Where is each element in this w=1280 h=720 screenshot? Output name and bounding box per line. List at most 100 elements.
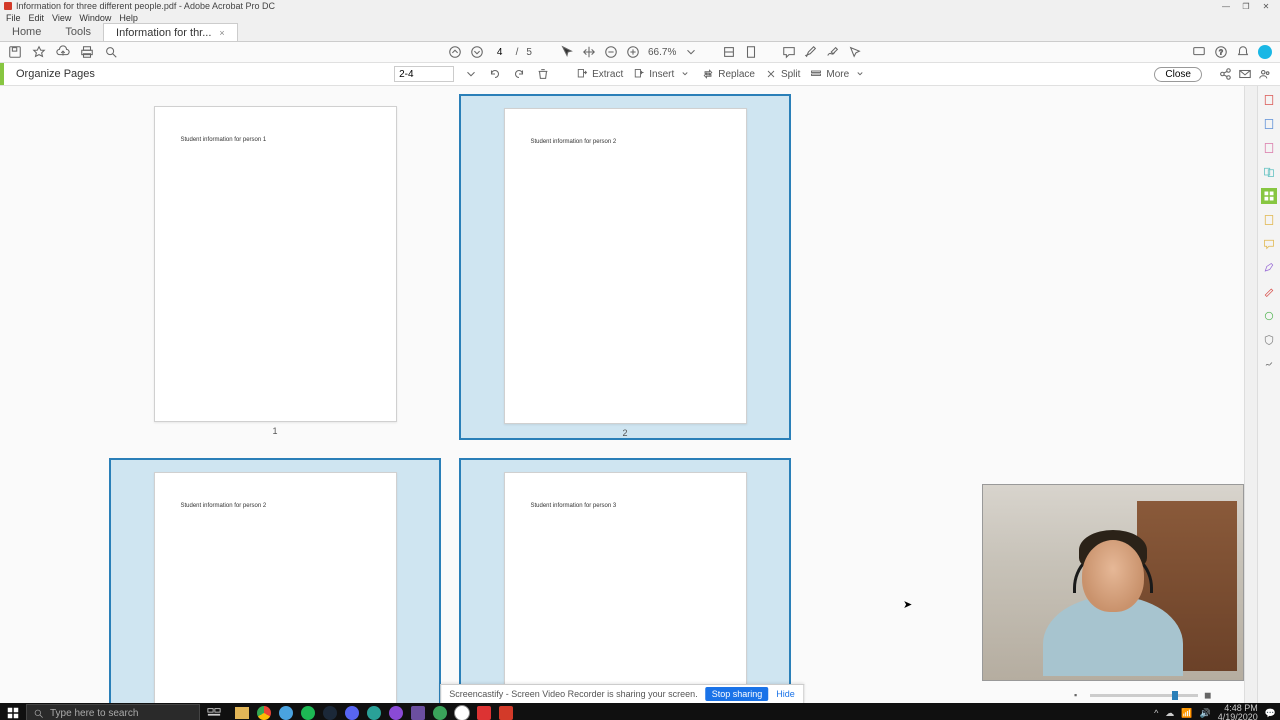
rail-comment-icon[interactable] xyxy=(1261,236,1277,252)
page-thumbnail[interactable]: Student information for person 34 xyxy=(459,458,791,703)
taskbar-app-chat-icon[interactable] xyxy=(452,704,472,720)
rail-edit-icon[interactable] xyxy=(1261,140,1277,156)
taskbar-discord-icon[interactable] xyxy=(342,704,362,720)
tab-home[interactable]: Home xyxy=(0,23,53,41)
workspace: Student information for person 11Student… xyxy=(0,86,1280,703)
rail-combine-icon[interactable] xyxy=(1261,164,1277,180)
star-icon[interactable] xyxy=(32,45,46,59)
menu-bar: File Edit View Window Help xyxy=(0,12,1280,23)
help-icon[interactable]: ? xyxy=(1214,45,1228,59)
range-dropdown-icon[interactable] xyxy=(464,67,478,81)
thumbnail-area[interactable]: Student information for person 11Student… xyxy=(0,86,1244,703)
rail-more-icon[interactable] xyxy=(1261,356,1277,372)
zoom-large-icon: ◼ xyxy=(1204,690,1214,700)
zoom-out-icon[interactable] xyxy=(604,45,618,59)
share-icon[interactable] xyxy=(1218,67,1232,81)
highlight-icon[interactable] xyxy=(804,45,818,59)
people-icon[interactable] xyxy=(1258,67,1272,81)
page-up-icon[interactable] xyxy=(448,45,462,59)
zoom-level[interactable]: 66.7% xyxy=(648,47,676,58)
more-button[interactable]: More xyxy=(810,67,867,81)
task-view-icon[interactable] xyxy=(204,704,224,720)
page-thumbnail[interactable]: Student information for person 11 xyxy=(100,92,450,456)
rotate-cw-icon[interactable] xyxy=(512,67,526,81)
taskbar-acrobat-icon[interactable] xyxy=(496,704,516,720)
pan-icon[interactable] xyxy=(582,45,596,59)
taskbar-explorer-icon[interactable] xyxy=(232,704,252,720)
taskbar-app-green-icon[interactable] xyxy=(430,704,450,720)
tray-notifications-icon[interactable]: 💬 xyxy=(1265,708,1276,719)
mail-icon[interactable] xyxy=(1238,67,1252,81)
taskbar-chrome-icon[interactable] xyxy=(254,704,274,720)
page-thumbnail[interactable]: Student information for person 22 xyxy=(459,94,791,440)
chat-icon[interactable] xyxy=(1192,45,1206,59)
replace-label: Replace xyxy=(718,69,755,80)
page-down-icon[interactable] xyxy=(470,45,484,59)
search-icon[interactable] xyxy=(104,45,118,59)
vertical-scrollbar[interactable] xyxy=(1244,86,1257,703)
insert-button[interactable]: Insert xyxy=(633,67,692,81)
fit-page-icon[interactable] xyxy=(744,45,758,59)
replace-button[interactable]: Replace xyxy=(702,68,755,80)
page-number-input[interactable] xyxy=(492,46,508,59)
start-button[interactable] xyxy=(4,704,22,720)
minimize-button[interactable]: — xyxy=(1216,1,1236,11)
menu-view[interactable]: View xyxy=(52,13,71,23)
taskbar-search[interactable]: Type here to search xyxy=(26,704,200,720)
delete-icon[interactable] xyxy=(536,67,550,81)
close-window-button[interactable]: ✕ xyxy=(1256,1,1276,11)
user-avatar[interactable] xyxy=(1258,45,1272,59)
taskbar-app-blue-icon[interactable] xyxy=(276,704,296,720)
bell-icon[interactable] xyxy=(1236,45,1250,59)
stop-sharing-button[interactable]: Stop sharing xyxy=(706,687,769,701)
tab-document[interactable]: Information for thr... × xyxy=(103,23,238,41)
tray-onedrive-icon[interactable]: ☁ xyxy=(1165,708,1174,719)
split-button[interactable]: Split xyxy=(765,68,800,80)
organize-title: Organize Pages xyxy=(0,63,107,85)
zoom-in-icon[interactable] xyxy=(626,45,640,59)
tray-chevron-icon[interactable]: ^ xyxy=(1154,708,1158,718)
taskbar-steam-icon[interactable] xyxy=(320,704,340,720)
tray-volume-icon[interactable]: 🔊 xyxy=(1200,708,1211,719)
rail-optimize-icon[interactable] xyxy=(1261,308,1277,324)
comment-icon[interactable] xyxy=(782,45,796,59)
rail-organize-icon[interactable] xyxy=(1261,188,1277,204)
taskbar-app-purple-icon[interactable] xyxy=(408,704,428,720)
hide-notice-button[interactable]: Hide xyxy=(776,689,795,699)
stamp-icon[interactable] xyxy=(848,45,862,59)
taskbar-opera-icon[interactable] xyxy=(386,704,406,720)
chevron-down-icon[interactable] xyxy=(684,45,698,59)
taskbar-spotify-icon[interactable] xyxy=(298,704,318,720)
fit-width-icon[interactable] xyxy=(722,45,736,59)
rail-redact-icon[interactable] xyxy=(1261,284,1277,300)
menu-help[interactable]: Help xyxy=(119,13,138,23)
menu-edit[interactable]: Edit xyxy=(29,13,45,23)
page-range-input[interactable] xyxy=(394,66,454,82)
pointer-icon[interactable] xyxy=(560,45,574,59)
rail-export-icon[interactable] xyxy=(1261,92,1277,108)
close-organize-button[interactable]: Close xyxy=(1154,67,1202,82)
tab-tools[interactable]: Tools xyxy=(53,23,103,41)
taskbar-app-teal-icon[interactable] xyxy=(364,704,384,720)
rail-compress-icon[interactable] xyxy=(1261,212,1277,228)
tab-close-icon[interactable]: × xyxy=(219,28,224,38)
print-icon[interactable] xyxy=(80,45,94,59)
save-icon[interactable] xyxy=(8,45,22,59)
tray-network-icon[interactable]: 📶 xyxy=(1181,708,1192,719)
tab-tools-label: Tools xyxy=(65,26,91,38)
rail-fillsign-icon[interactable] xyxy=(1261,260,1277,276)
menu-window[interactable]: Window xyxy=(79,13,111,23)
taskbar-rec-icon[interactable] xyxy=(474,704,494,720)
windows-taskbar: Type here to search ^ ☁ 📶 🔊 4:48 PM 4/19… xyxy=(0,703,1280,720)
maximize-button[interactable]: ❐ xyxy=(1236,1,1256,11)
rail-protect-icon[interactable] xyxy=(1261,332,1277,348)
rotate-ccw-icon[interactable] xyxy=(488,67,502,81)
rail-create-icon[interactable] xyxy=(1261,116,1277,132)
menu-file[interactable]: File xyxy=(6,13,21,23)
page-thumbnail[interactable]: Student information for person 23 xyxy=(109,458,441,703)
sign-icon[interactable] xyxy=(826,45,840,59)
thumbnail-zoom-slider[interactable]: ▪ ◼ xyxy=(1074,691,1214,699)
taskbar-clock[interactable]: 4:48 PM 4/19/2020 xyxy=(1218,704,1258,720)
extract-button[interactable]: Extract xyxy=(576,68,623,80)
cloud-upload-icon[interactable] xyxy=(56,45,70,59)
